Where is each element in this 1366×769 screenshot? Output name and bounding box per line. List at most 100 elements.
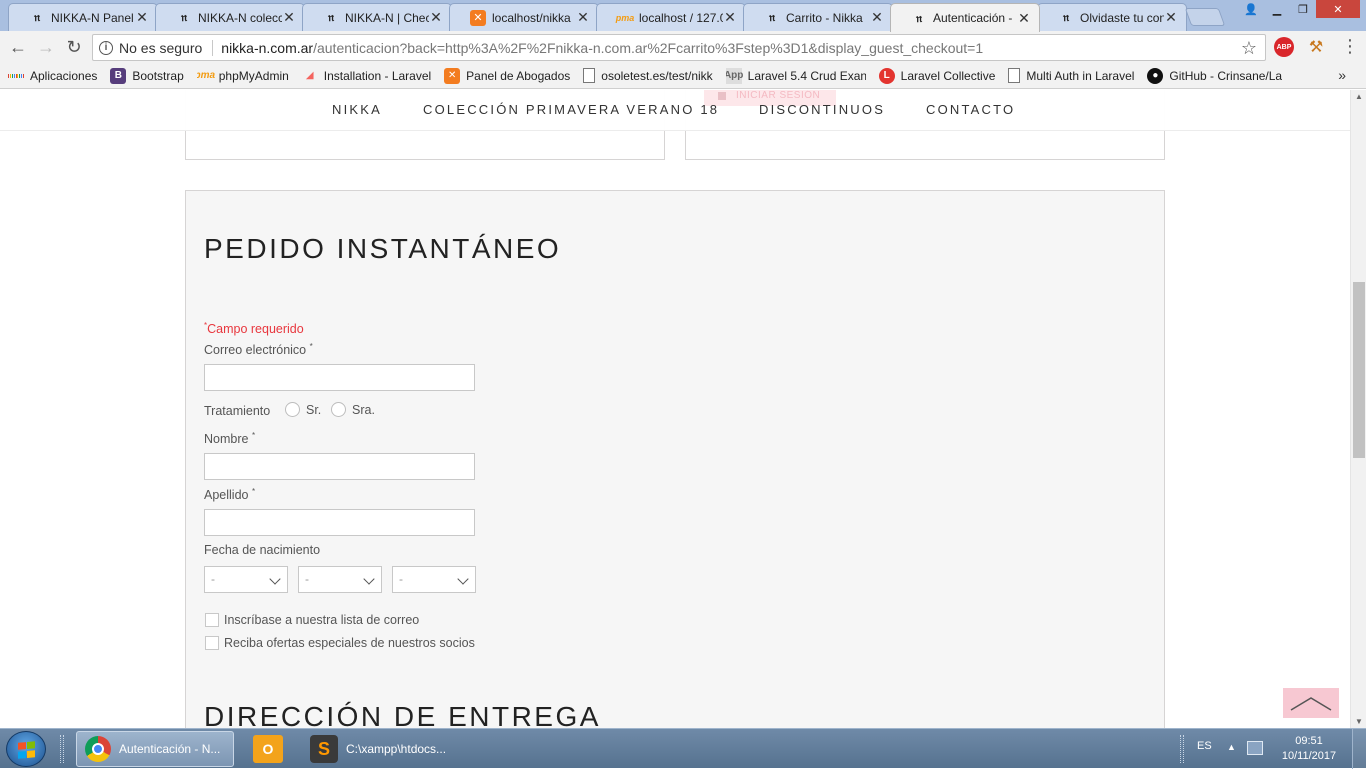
browser-tab-strip: 𝔫 NIKKA-N Panel d ✕ 𝔫 NIKKA-N colecc ✕ 𝔫…	[0, 0, 1366, 32]
tab-title: NIKKA-N colecc	[198, 10, 282, 25]
back-to-top-button[interactable]	[1283, 688, 1339, 718]
bookmark-item[interactable]: Aplicaciones	[8, 68, 97, 84]
nav-link-discontinuos[interactable]: DISCONTINUOS	[759, 102, 885, 117]
more-bookmarks-icon[interactable]: »	[1338, 67, 1346, 83]
reload-icon[interactable]: ↻	[60, 33, 88, 61]
nikka-logo-icon: 𝔫	[768, 10, 776, 24]
lastname-field[interactable]	[204, 509, 475, 536]
taskbar-item-sublime[interactable]: S C:\xampp\htdocs...	[302, 731, 458, 767]
info-icon[interactable]: i	[99, 40, 113, 55]
newsletter-label[interactable]: Inscríbase a nuestra lista de correo	[224, 613, 419, 627]
bookmark-item[interactable]: B Bootstrap	[110, 67, 184, 84]
scroll-down-icon[interactable]: ▼	[1355, 717, 1363, 726]
new-tab-button[interactable]	[1184, 8, 1226, 26]
browser-tab[interactable]: 𝔫 NIKKA-N Panel d ✕	[8, 3, 158, 31]
show-desktop-button[interactable]	[1352, 729, 1366, 769]
close-tab-icon[interactable]: ✕	[282, 9, 296, 26]
tab-title: Carrito - Nikka	[786, 10, 863, 25]
radio-mrs-label[interactable]: Sra.	[352, 403, 375, 417]
network-icon[interactable]	[1247, 741, 1263, 755]
nav-link-coleccion[interactable]: COLECCIÓN PRIMAVERA VERANO 18	[423, 102, 719, 117]
birthdate-day-select[interactable]: -	[204, 566, 288, 593]
nikka-logo-icon: 𝔫	[180, 10, 188, 24]
browser-tab[interactable]: 𝔫 Olvidaste tu con ✕	[1037, 3, 1187, 31]
close-tab-icon[interactable]: ✕	[1164, 9, 1178, 26]
nav-link-nikka[interactable]: NIKKA	[332, 102, 382, 117]
bookmark-item[interactable]: pma phpMyAdmin	[197, 68, 289, 84]
close-tab-icon[interactable]: ✕	[1017, 10, 1031, 27]
page-icon	[583, 68, 596, 83]
apps-grid-icon	[8, 68, 25, 84]
system-clock[interactable]: 09:51 10/11/2017	[1276, 734, 1342, 764]
browser-tab[interactable]: 𝔫 NIKKA-N | Chec ✕	[302, 3, 452, 31]
bookmark-label: GitHub - Crinsane/La	[1169, 68, 1283, 83]
guest-checkout-panel: PEDIDO INSTANTÁNEO *Campo requerido Corr…	[185, 190, 1165, 728]
show-hidden-icons-icon[interactable]: ▲	[1227, 742, 1236, 752]
taskbar-item-label: Autenticación - N...	[119, 742, 221, 756]
bookmark-item[interactable]: osoletest.es/test/nikk	[583, 68, 713, 83]
minimize-icon[interactable]: ▁	[1264, 0, 1290, 18]
phpmyadmin-icon: pma	[197, 70, 216, 81]
radio-mr[interactable]	[285, 402, 300, 417]
chrome-menu-icon[interactable]: ⋮	[1340, 36, 1360, 56]
bookmark-item[interactable]: App Laravel 5.4 Crud Exan	[725, 67, 866, 84]
scroll-up-icon[interactable]: ▲	[1355, 92, 1363, 101]
required-asterisk: *	[251, 487, 256, 496]
browser-tab[interactable]: pma localhost / 127.0 ✕	[596, 3, 746, 31]
clock-date: 10/11/2017	[1281, 750, 1337, 762]
bookmark-item[interactable]: ● GitHub - Crinsane/La	[1147, 67, 1283, 84]
bookmark-item[interactable]: L Laravel Collective	[878, 67, 996, 84]
security-label[interactable]: No es seguro	[119, 40, 202, 56]
page-scrollbar[interactable]: ▲ ▼	[1350, 90, 1366, 728]
scrollbar-thumb[interactable]	[1353, 282, 1365, 458]
taskbar-item-label: C:\xampp\htdocs...	[346, 742, 447, 756]
close-tab-icon[interactable]: ✕	[429, 9, 443, 26]
browser-toolbar: ← → ↻ i No es seguro nikka-n.com.ar/aute…	[0, 31, 1366, 63]
back-arrow-icon[interactable]: ←	[4, 33, 32, 61]
close-tab-icon[interactable]: ✕	[135, 9, 149, 26]
firstname-label-text: Nombre	[204, 432, 249, 447]
browser-tab-active[interactable]: 𝔫 Autenticación - ✕	[890, 3, 1040, 32]
browser-tab[interactable]: ✕ localhost/nikka ✕	[449, 3, 599, 31]
firstname-field[interactable]	[204, 453, 475, 480]
bookmark-label: Multi Auth in Laravel	[1026, 68, 1135, 83]
bookmark-star-icon[interactable]: ☆	[1241, 38, 1257, 59]
restore-icon[interactable]: ❐	[1290, 0, 1316, 18]
close-tab-icon[interactable]: ✕	[870, 9, 884, 26]
close-tab-icon[interactable]: ✕	[723, 9, 737, 26]
chevron-up-icon	[1290, 697, 1332, 711]
taskbar-item-outlook[interactable]: O	[238, 731, 298, 767]
optin-checkbox[interactable]	[205, 636, 219, 650]
language-indicator[interactable]: ES	[1197, 740, 1212, 752]
adblock-plus-icon[interactable]: ABP	[1274, 37, 1294, 57]
newsletter-checkbox[interactable]	[205, 613, 219, 627]
bookmark-label: Installation - Laravel	[323, 68, 432, 83]
browser-tab[interactable]: 𝔫 Carrito - Nikka ✕	[743, 3, 893, 31]
radio-mrs[interactable]	[331, 402, 346, 417]
user-profile-icon[interactable]: 👤	[1238, 0, 1264, 18]
browser-tab[interactable]: 𝔫 NIKKA-N colecc ✕	[155, 3, 305, 31]
bookmark-item[interactable]: ◢ Installation - Laravel	[302, 68, 431, 84]
start-button[interactable]	[6, 731, 46, 767]
xampp-icon: ✕	[444, 67, 461, 84]
optin-label[interactable]: Reciba ofertas especiales de nuestros so…	[224, 636, 475, 650]
taskbar-item-chrome[interactable]: Autenticación - N...	[76, 731, 234, 767]
close-tab-icon[interactable]: ✕	[576, 9, 590, 26]
birthdate-year-select[interactable]: -	[392, 566, 476, 593]
bookmark-label: Laravel Collective	[900, 68, 996, 83]
nav-link-contacto[interactable]: CONTACTO	[926, 102, 1015, 117]
email-field[interactable]	[204, 364, 475, 391]
extension-hammer-icon[interactable]: ⚒	[1306, 37, 1326, 57]
required-note-text: Campo requerido	[207, 322, 304, 337]
windows-logo-icon	[18, 741, 36, 759]
bookmark-item[interactable]: ✕ Panel de Abogados	[444, 67, 570, 84]
address-bar[interactable]: i No es seguro nikka-n.com.ar/autenticac…	[92, 34, 1266, 61]
bookmark-item[interactable]: Multi Auth in Laravel	[1008, 68, 1134, 83]
radio-mr-label[interactable]: Sr.	[306, 403, 321, 417]
tab-title: Autenticación -	[933, 11, 1013, 25]
window-close-icon[interactable]: ✕	[1316, 0, 1360, 18]
birthdate-month-select[interactable]: -	[298, 566, 382, 593]
bookmark-label: osoletest.es/test/nikk	[601, 68, 713, 83]
forward-arrow-icon[interactable]: →	[32, 33, 60, 61]
url-path: /autenticacion?back=http%3A%2F%2Fnikka-n…	[313, 39, 984, 56]
